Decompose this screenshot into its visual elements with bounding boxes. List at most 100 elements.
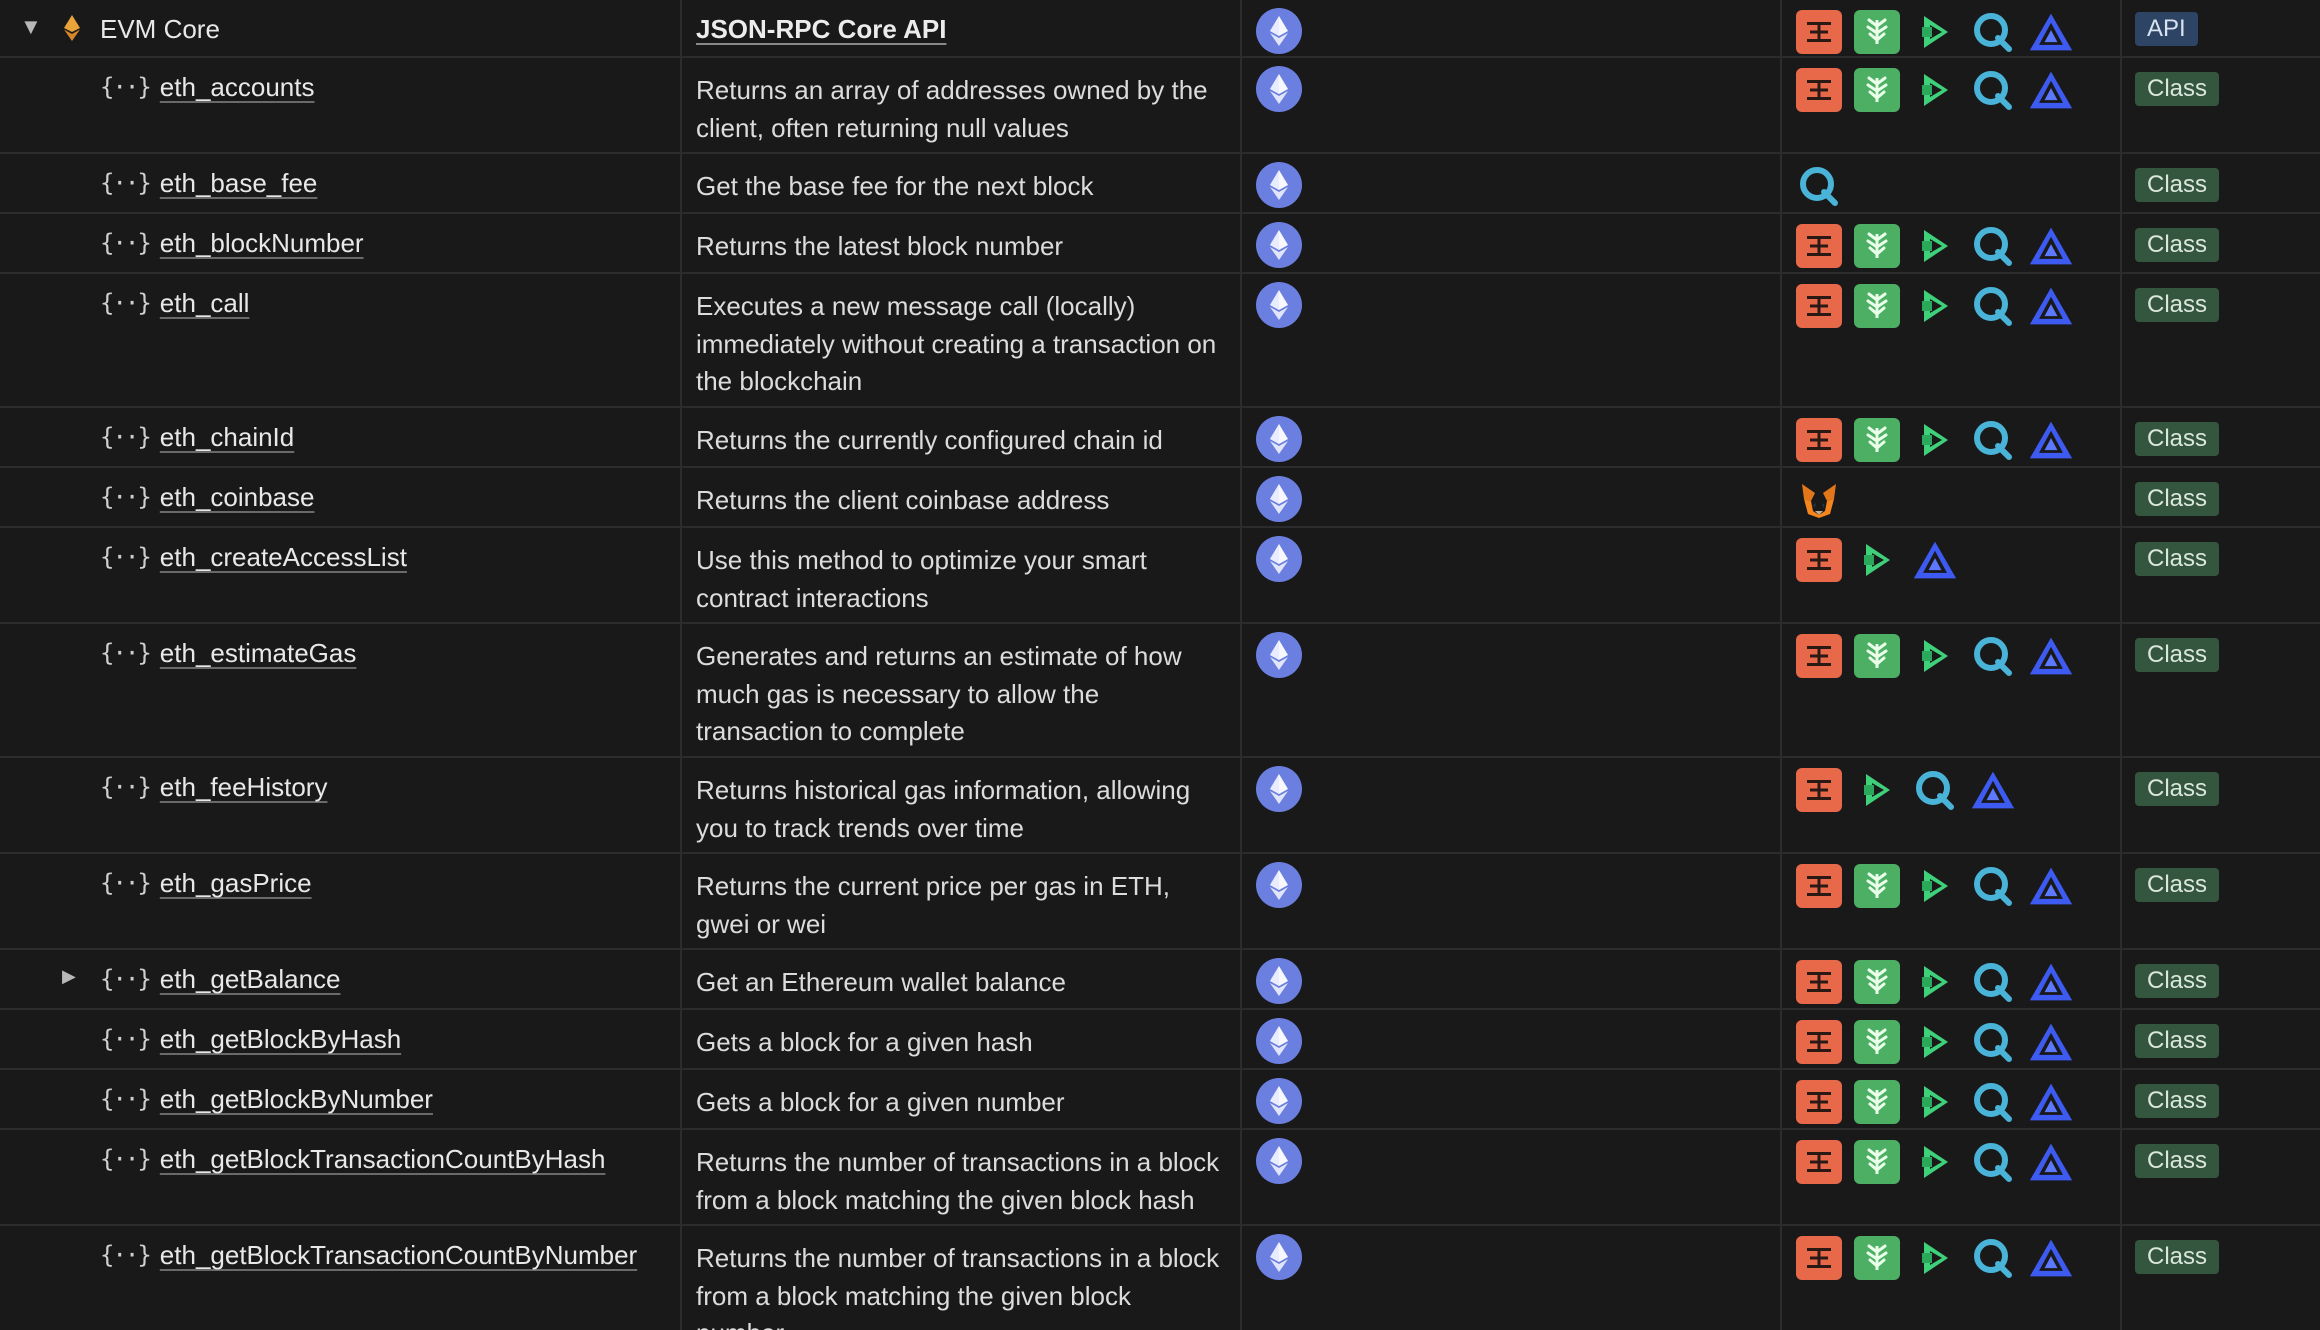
description-line: Returns an array of addresses owned by t… [696,75,1208,105]
description-cell: Returns the currently configured chain i… [696,422,1236,460]
table-row[interactable]: {··} eth_estimateGas Generates and returns… [0,624,2320,758]
description-line: immediately without creating a transacti… [696,328,1217,359]
method-name-cell: {··} eth_blockNumber [100,228,364,258]
method-name[interactable]: eth_accounts [160,72,315,102]
method-name[interactable]: eth_chainId [160,422,294,452]
providers-cell [1796,1020,2086,1064]
ethereum-icon [1256,476,1302,522]
description-line: from a block matching the given block [696,1280,1131,1311]
table-row[interactable]: {··} eth_getBlockByHash Gets a block for a… [0,1010,2320,1070]
method-name[interactable]: eth_estimateGas [160,638,357,668]
chain-cell [1256,1078,1302,1124]
table-row[interactable]: {··} eth_coinbase Returns the client coinb… [0,468,2320,528]
quicknode-icon [1970,1020,2016,1064]
expand-toggle-icon[interactable]: ▶ [62,966,76,987]
ethereum-icon [1256,1138,1302,1184]
quicknode-icon [1970,1080,2016,1124]
function-braces-icon: {··} [100,1085,152,1113]
getblock-icon [1912,68,1958,112]
class-tag: Class [2135,422,2220,456]
quicknode-icon [1970,224,2016,268]
description-line: Generates and returns an estimate of how [696,641,1182,671]
class-tag: Class [2135,482,2220,516]
method-name[interactable]: eth_getBalance [160,964,341,994]
table-row[interactable]: {··} eth_accounts Returns an array of addr… [0,58,2320,154]
method-name-cell: {··} eth_gasPrice [100,868,312,898]
ethereum-small-icon [62,14,82,47]
method-name[interactable]: eth_createAccessList [160,542,407,572]
table-row[interactable]: {··} eth_getBlockTransactionCountByHash Re… [0,1130,2320,1226]
table-row[interactable]: {··} eth_chainId Returns the currently con… [0,408,2320,468]
tag-cell: Class [2135,288,2220,322]
description-line: Returns the client coinbase address [696,485,1110,515]
tatum-icon [1796,418,1842,462]
method-name-cell: {··} eth_base_fee [100,168,317,198]
chainstack-icon [1854,68,1900,112]
chainstack-icon [1854,1020,1900,1064]
description-line: gwei or wei [696,908,827,939]
tatum-icon [1796,960,1842,1004]
table-row[interactable]: {··} eth_feeHistory Returns historical gas… [0,758,2320,854]
getblock-icon [1912,864,1958,908]
method-name[interactable]: eth_feeHistory [160,772,328,802]
chainstack-icon [1854,284,1900,328]
method-name[interactable]: eth_call [160,288,250,318]
chainstack-icon [1854,1140,1900,1184]
description-line: Returns the currently configured chain i… [696,425,1163,455]
class-tag: Class [2135,964,2220,998]
class-tag: Class [2135,72,2220,106]
function-braces-icon: {··} [100,965,152,993]
description-line: number [696,1315,1236,1330]
chainstack-icon [1854,960,1900,1004]
method-name[interactable]: eth_base_fee [160,168,318,198]
collapse-toggle-icon[interactable]: ▼ [20,14,42,40]
method-name[interactable]: eth_gasPrice [160,868,312,898]
method-name[interactable]: eth_blockNumber [160,228,364,258]
tatum-icon [1796,68,1842,112]
description-line: Use this method to optimize your smart [696,545,1147,575]
alchemy-icon [2028,960,2074,1004]
tag-cell: Class [2135,1084,2220,1118]
description-line: Returns the latest block number [696,231,1064,261]
method-name[interactable]: eth_getBlockTransactionCountByNumber [160,1240,637,1270]
method-name-cell: {··} eth_getBlockTransactionCountByNumber [100,1240,637,1270]
getblock-icon [1912,418,1958,462]
table-row[interactable]: {··} eth_getBlockTransactionCountByNumber… [0,1226,2320,1330]
table-row[interactable]: ▶ {··} eth_getBalance Get an Ethereum walle… [0,950,2320,1010]
table-row[interactable]: {··} eth_gasPrice Returns the current pric… [0,854,2320,950]
group-description-link[interactable]: JSON-RPC Core API [696,14,946,45]
tatum-icon [1796,284,1842,328]
table-row[interactable]: {··} eth_call Executes a new message call … [0,274,2320,408]
getblock-icon [1912,1236,1958,1280]
table-row[interactable]: {··} eth_getBlockByNumber Gets a block for… [0,1070,2320,1130]
method-name[interactable]: eth_getBlockByNumber [160,1084,433,1114]
tag-cell: Class [2135,964,2220,998]
chainstack-icon [1854,1236,1900,1280]
class-tag: Class [2135,1024,2220,1058]
ethereum-icon [1256,536,1302,582]
getblock-icon [1912,284,1958,328]
tatum-icon [1796,1020,1842,1064]
group-header-row[interactable]: ▼ EVM Core JSON-RPC Core API API [0,0,2320,58]
getblock-icon [1912,1020,1958,1064]
quicknode-icon [1970,68,2016,112]
table-row[interactable]: {··} eth_base_fee Get the base fee for the… [0,154,2320,214]
method-name[interactable]: eth_coinbase [160,482,315,512]
function-braces-icon: {··} [100,1025,152,1053]
method-name[interactable]: eth_getBlockTransactionCountByHash [160,1144,606,1174]
chain-cell [1256,1138,1302,1184]
quicknode-icon [1970,864,2016,908]
getblock-icon [1912,10,1958,54]
function-braces-icon: {··} [100,229,152,257]
method-name-cell: {··} eth_estimateGas [100,638,356,668]
function-braces-icon: {··} [100,1241,152,1269]
description-line: contract interactions [696,582,929,613]
table-row[interactable]: {··} eth_createAccessList Use this method … [0,528,2320,624]
table-row[interactable]: {··} eth_blockNumber Returns the latest bl… [0,214,2320,274]
ethereum-icon [1256,1078,1302,1124]
method-name[interactable]: eth_getBlockByHash [160,1024,401,1054]
ethereum-icon [1256,66,1302,112]
description-line: Returns the number of transactions in a … [696,1243,1220,1273]
class-tag: Class [2135,1240,2220,1274]
methods-table: ▼ EVM Core JSON-RPC Core API API {··} eth… [0,0,2320,1330]
